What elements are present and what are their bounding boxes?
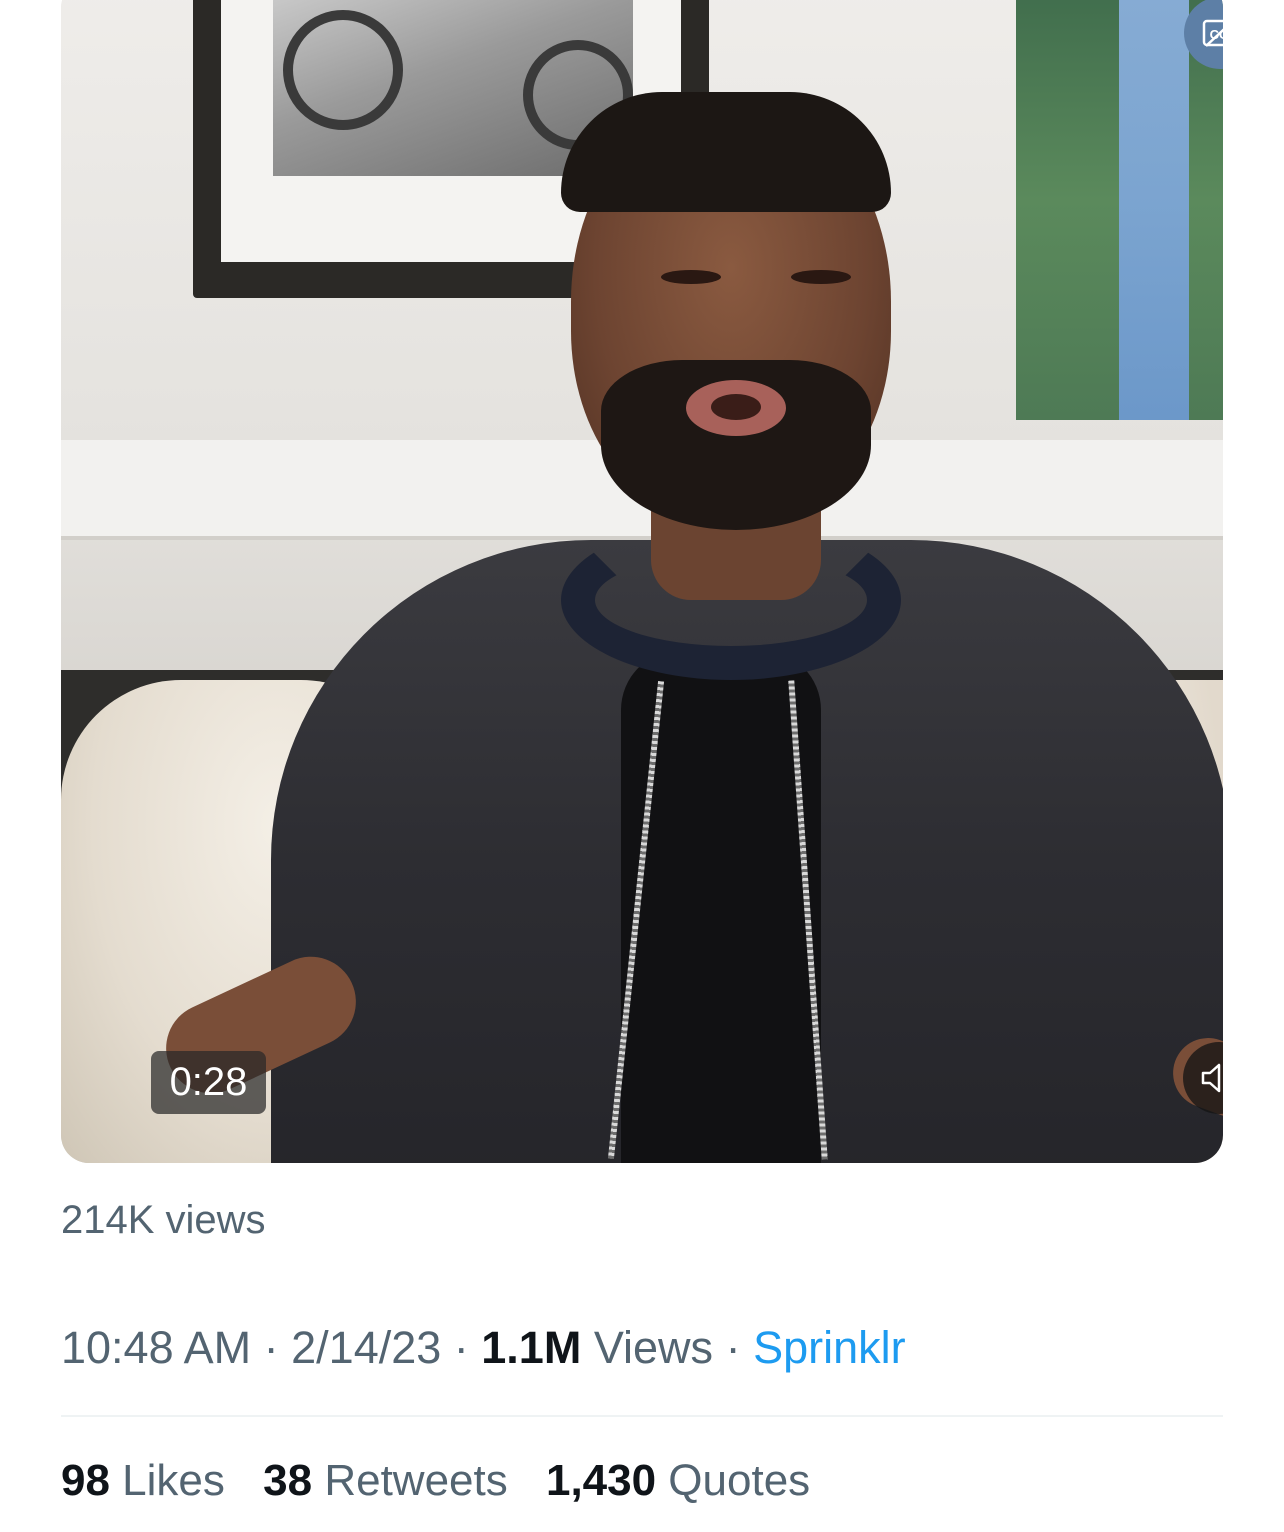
video-timer: 0:28 — [151, 1051, 266, 1114]
tweet-source-link[interactable]: Sprinklr — [753, 1322, 906, 1373]
closed-captions-icon: CC — [1202, 19, 1223, 47]
video-player[interactable]: CC 0:28 — [61, 0, 1223, 1163]
engagement-stats: 98 Likes 38 Retweets 1,430 Quotes — [61, 1456, 836, 1506]
tweet-metadata: 10:48 AM · 2/14/23 · 1.1M Views · Sprink… — [61, 1322, 906, 1373]
likes-stat[interactable]: 98 Likes — [61, 1456, 225, 1505]
quotes-stat[interactable]: 1,430 Quotes — [546, 1456, 810, 1505]
volume-muted-icon — [1201, 1063, 1221, 1093]
tweet-views-count[interactable]: 1.1M — [481, 1322, 581, 1373]
divider — [61, 1415, 1223, 1417]
tweet-time[interactable]: 10:48 AM — [61, 1322, 251, 1373]
tweet-date[interactable]: 2/14/23 — [291, 1322, 441, 1373]
video-view-count: 214K views — [61, 1198, 266, 1242]
retweets-stat[interactable]: 38 Retweets — [263, 1456, 508, 1505]
tweet-views-label[interactable]: Views — [581, 1322, 713, 1373]
